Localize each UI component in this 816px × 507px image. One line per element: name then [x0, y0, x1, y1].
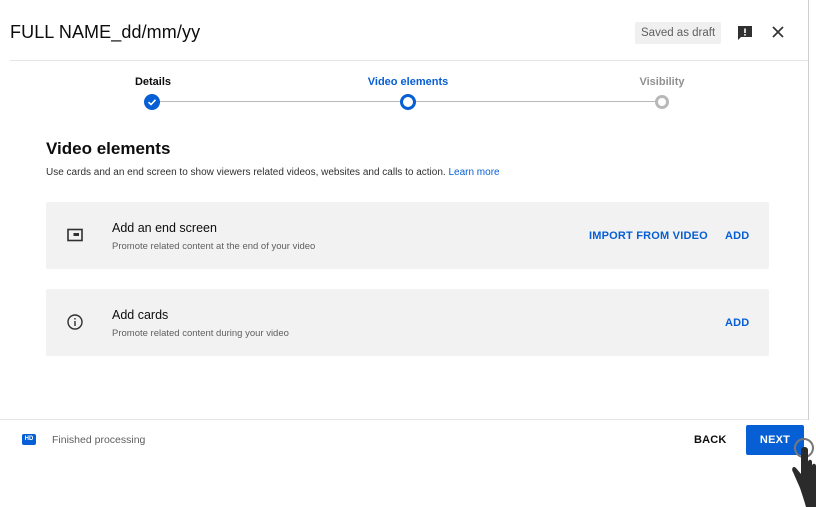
step-visibility-label[interactable]: Visibility [639, 76, 684, 88]
processing-status: Finished processing [52, 434, 146, 446]
end-screen-card: Add an end screen Promote related conten… [46, 202, 769, 269]
section-title: Video elements [46, 139, 171, 158]
end-screen-title: Add an end screen [112, 221, 217, 235]
add-end-screen-button[interactable]: ADD [725, 230, 749, 242]
dialog-edge [808, 0, 809, 420]
step-details-check-icon[interactable] [144, 94, 160, 110]
saved-as-draft-badge: Saved as draft [635, 22, 722, 44]
video-title: FULL NAME_dd/mm/yy [10, 22, 201, 42]
stepper-line-pending [408, 101, 661, 102]
close-icon[interactable] [770, 24, 786, 40]
upload-dialog: FULL NAME_dd/mm/yy Saved as draft Detail… [0, 0, 809, 507]
cards-card: Add cards Promote related content during… [46, 289, 769, 356]
step-video-elements-label[interactable]: Video elements [368, 76, 449, 88]
info-icon [66, 313, 84, 331]
step-visibility-dot[interactable] [655, 95, 669, 109]
end-screen-icon [66, 226, 84, 244]
hd-badge-icon: HD [22, 434, 36, 445]
add-cards-button[interactable]: ADD [725, 317, 749, 329]
back-button[interactable]: BACK [694, 434, 727, 446]
import-from-video-button[interactable]: IMPORT FROM VIDEO [589, 230, 708, 242]
step-details-label[interactable]: Details [135, 76, 171, 88]
step-video-elements-dot[interactable] [400, 94, 416, 110]
stepper-line-done [152, 101, 408, 102]
header-divider [10, 60, 808, 61]
footer-divider [0, 419, 809, 420]
section-description: Use cards and an end screen to show view… [46, 167, 500, 178]
cards-subtitle: Promote related content during your vide… [112, 328, 289, 339]
hand-cursor-icon [790, 436, 816, 507]
cards-title: Add cards [112, 308, 169, 322]
section-description-text: Use cards and an end screen to show view… [46, 167, 446, 178]
learn-more-link[interactable]: Learn more [448, 167, 499, 178]
end-screen-subtitle: Promote related content at the end of yo… [112, 241, 316, 252]
feedback-icon[interactable] [737, 25, 753, 41]
